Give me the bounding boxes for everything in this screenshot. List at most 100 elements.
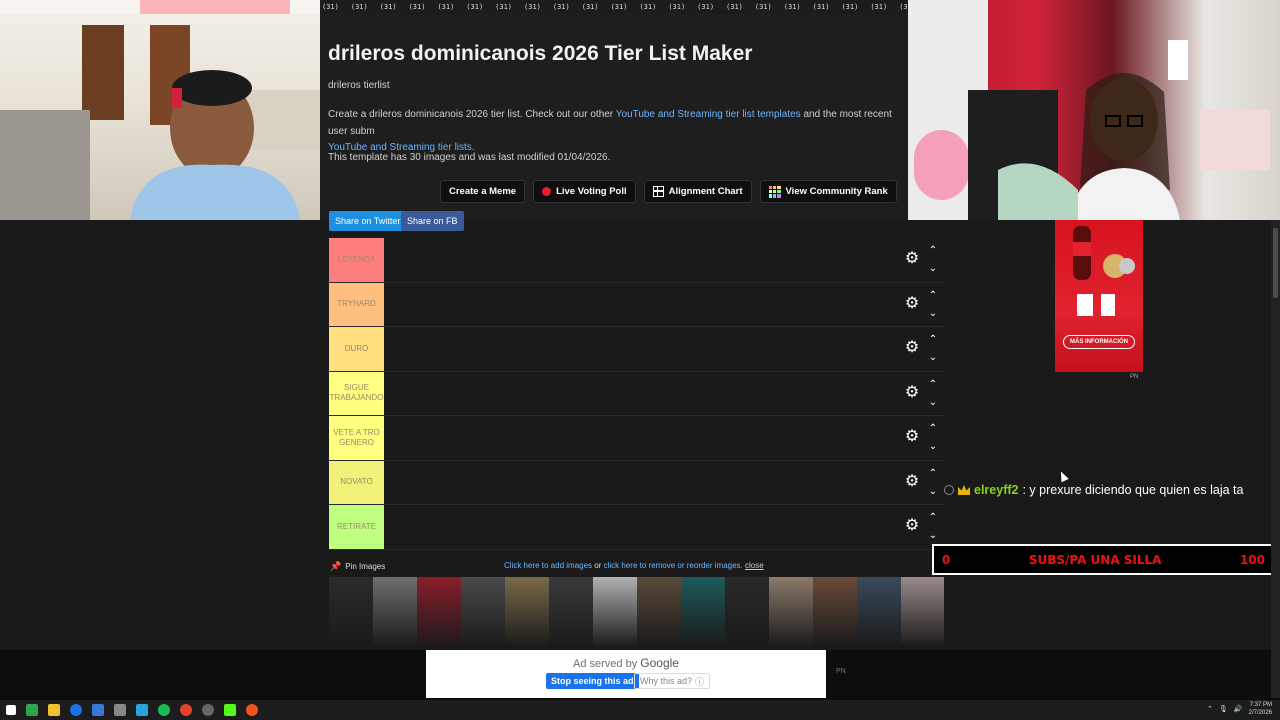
tier-image-thumbnail[interactable] [769,577,813,647]
tier-image-thumbnail[interactable] [857,577,901,647]
chevron-up-icon[interactable]: ⌃ [929,246,937,256]
chevron-up-icon[interactable]: ⌃ [929,379,937,390]
tier-image-thumbnail[interactable] [901,577,944,647]
row-move-controls: ⌃ ⌄ [926,379,940,408]
tier-label[interactable]: RETIRATE [329,505,384,549]
chevron-up-icon[interactable]: ⌃ [929,335,937,345]
chevron-up-icon[interactable]: ⌃ [1207,705,1213,713]
tier-image-thumbnail[interactable] [725,577,769,647]
chevron-up-icon[interactable]: ⌃ [929,513,937,523]
close-link[interactable]: close [745,561,764,570]
file-explorer-icon[interactable] [48,704,60,716]
tier-image-thumbnail[interactable] [549,577,593,647]
tier-image-thumbnail[interactable] [417,577,461,647]
tier-drop-zone[interactable] [384,282,900,326]
gear-icon[interactable]: ⚙ [904,473,920,490]
goal-target: 100 [1239,552,1265,567]
strip-text: (31) [437,3,455,11]
pin-icon: 📌 [330,561,342,571]
chrome-icon[interactable] [70,704,82,716]
alignment-chart-button[interactable]: Alignment Chart [643,180,752,203]
gear-icon[interactable]: ⚙ [904,384,920,401]
tier-drop-zone[interactable] [384,460,900,504]
microphone-icon[interactable]: 🎙 [1219,705,1228,713]
gear-icon[interactable]: ⚙ [904,518,920,534]
community-rank-button[interactable]: View Community Rank [759,180,897,203]
goal-current: 0 [942,552,951,567]
obs-icon[interactable] [180,704,192,716]
windows-start-icon[interactable] [6,705,16,715]
share-facebook-button[interactable]: Share on FB [401,211,464,231]
telegram-icon[interactable] [136,704,148,716]
tier-drop-zone[interactable] [384,416,900,460]
stop-seeing-ad-button[interactable]: Stop seeing this ad [546,673,639,689]
tier-image-thumbnail[interactable] [329,577,373,647]
chevron-down-icon[interactable]: ⌄ [929,264,937,274]
tier-drop-zone[interactable] [384,327,900,371]
pin-images-toggle[interactable]: 📌 Pin Images [330,561,385,572]
scrollbar-thumb[interactable] [1273,228,1278,298]
gear-icon[interactable]: ⚙ [904,251,920,267]
tier-label[interactable]: LEYENDA [329,238,384,282]
chevron-down-icon[interactable]: ⌄ [929,397,937,408]
chevron-up-icon[interactable]: ⌃ [929,290,937,301]
kick-icon[interactable] [224,704,236,716]
gear-icon[interactable]: ⚙ [904,429,920,445]
chevron-down-icon[interactable]: ⌄ [929,442,937,452]
sidebar-ad[interactable]: MÁS INFORMACIÓN [1055,220,1143,372]
remove-images-link[interactable]: click here to remove or reorder images. [604,561,743,570]
settings-icon[interactable] [202,704,214,716]
chevron-up-icon[interactable]: ⌃ [929,468,937,479]
system-tray: ⌃ 🎙 🔊 7:37 PM 2/7/2026 [1207,701,1272,717]
tier-label[interactable]: TRYHARD [329,282,384,326]
browser-icon[interactable] [246,704,258,716]
template-meta: This template has 30 images and was last… [328,152,611,163]
tier-image-thumbnail[interactable] [461,577,505,647]
strip-text: (31) [899,3,908,11]
tier-image-thumbnail[interactable] [813,577,857,647]
ad-served-box: Ad served by Google Stop seeing this ad … [426,650,826,698]
tier-image-thumbnail[interactable] [637,577,681,647]
page-scrollbar[interactable] [1271,220,1280,698]
tier-label[interactable]: NOVATO [329,460,384,504]
app-icon[interactable] [92,704,104,716]
tier-drop-zone[interactable] [384,371,900,415]
create-meme-button[interactable]: Create a Meme [440,180,526,203]
tier-image-thumbnail[interactable] [373,577,417,647]
tier-image-thumbnail[interactable] [505,577,549,647]
tier-image-thumbnail[interactable] [593,577,637,647]
tier-drop-zone[interactable] [384,238,900,282]
share-twitter-button[interactable]: Share on Twitter [329,211,407,231]
tier-label[interactable]: SIGUE TRABAJANDO [329,371,384,415]
tier-drop-zone[interactable] [384,505,900,549]
coke-bottle-image [1073,226,1135,316]
add-images-link[interactable]: Click here to add images [504,561,592,570]
chevron-down-icon[interactable]: ⌄ [929,308,937,319]
tier-label[interactable]: VETE A TRO GENERO [329,416,384,460]
chevron-down-icon[interactable]: ⌄ [929,353,937,363]
create-meme-label: Create a Meme [449,186,517,197]
streaming-templates-link[interactable]: YouTube and Streaming tier list template… [616,109,801,120]
gear-icon[interactable]: ⚙ [904,295,920,312]
tier-label[interactable]: DURO [329,327,384,371]
chevron-down-icon[interactable]: ⌄ [929,486,937,497]
excel-icon[interactable] [26,704,38,716]
row-move-controls: ⌃ ⌄ [926,246,940,274]
why-this-ad-label: Why this ad? [640,676,693,686]
webcam-right [908,0,1280,220]
pen-icon[interactable] [114,704,126,716]
strip-text: (31) [408,3,426,11]
live-voting-button[interactable]: Live Voting Poll [533,180,636,203]
clock[interactable]: 7:37 PM 2/7/2026 [1249,701,1272,717]
tier-row: DURO ⚙ ⌃ ⌄ [329,327,944,372]
action-buttons: Create a Meme Live Voting Poll Alignment… [440,180,897,203]
volume-icon[interactable]: 🔊 [1234,705,1243,713]
tier-image-thumbnail[interactable] [681,577,725,647]
tier-row: NOVATO ⚙ ⌃ ⌄ [329,460,944,505]
chevron-down-icon[interactable]: ⌄ [929,531,937,541]
gear-icon[interactable]: ⚙ [904,340,920,356]
spotify-icon[interactable] [158,704,170,716]
coke-more-info-button[interactable]: MÁS INFORMACIÓN [1063,335,1135,349]
why-this-ad-button[interactable]: Why this ad? ⓘ [634,673,711,689]
chevron-up-icon[interactable]: ⌃ [929,424,937,434]
